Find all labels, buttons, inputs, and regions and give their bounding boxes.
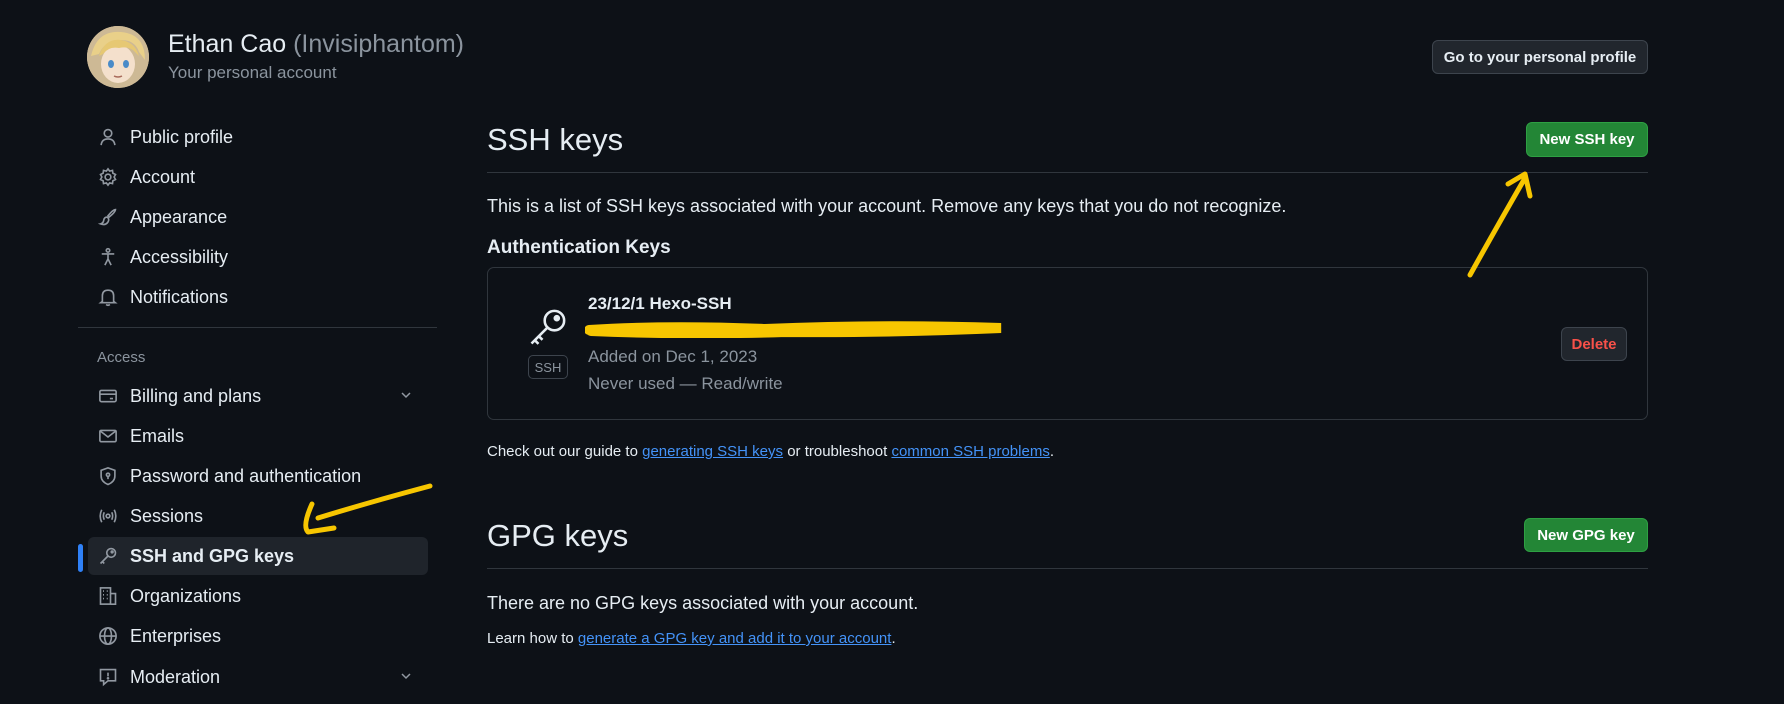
sidebar-item-appearance[interactable]: Appearance: [88, 198, 428, 236]
ssh-key-added-date: Added on Dec 1, 2023: [588, 347, 758, 366]
gpg-learn-text: Learn how to generate a GPG key and add …: [487, 630, 896, 647]
sidebar-item-public-profile[interactable]: Public profile: [88, 118, 428, 156]
sidebar-item-label: Moderation: [130, 666, 221, 687]
delete-key-button[interactable]: Delete: [1561, 327, 1627, 361]
account-subtitle: Your personal account: [168, 63, 337, 82]
chevron-down-icon[interactable]: [398, 668, 414, 684]
sidebar-item-label: Password and authentication: [130, 465, 362, 486]
sidebar-item-label: Billing and plans: [130, 385, 262, 406]
new-ssh-key-button[interactable]: New SSH key: [1526, 122, 1648, 157]
chevron-down-icon[interactable]: [398, 387, 414, 403]
sidebar-item-emails[interactable]: Emails: [88, 417, 428, 455]
sidebar-item-ssh-gpg-keys[interactable]: SSH and GPG keys: [88, 537, 428, 575]
generating-ssh-keys-link[interactable]: generating SSH keys: [642, 443, 783, 460]
sidebar-item-label: Enterprises: [130, 625, 222, 646]
display-name: Ethan Cao: [168, 30, 287, 58]
active-indicator: [78, 544, 83, 572]
sidebar-item-label: Sessions: [130, 505, 204, 526]
new-gpg-key-button[interactable]: New GPG key: [1524, 518, 1648, 552]
broadcast-icon: [97, 505, 119, 527]
person-icon: [97, 126, 119, 148]
sidebar-item-notifications[interactable]: Notifications: [88, 278, 428, 316]
annotation-arrow-new-ssh: [1467, 171, 1533, 278]
shield-lock-icon: [97, 465, 119, 487]
learn-suffix: .: [891, 630, 896, 647]
ssh-type-badge: SSH: [528, 355, 568, 379]
sidebar-item-sessions[interactable]: Sessions: [88, 497, 428, 535]
globe-icon: [97, 625, 119, 647]
section-divider: [487, 172, 1648, 173]
sidebar-item-password-authentication[interactable]: Password and authentication: [88, 457, 428, 495]
go-to-profile-button[interactable]: Go to your personal profile: [1432, 40, 1648, 74]
guide-suffix: .: [1049, 443, 1054, 460]
key-icon: [526, 305, 570, 349]
guide-middle: or troubleshoot: [783, 443, 892, 460]
sidebar-divider: [78, 327, 437, 328]
mail-icon: [97, 425, 119, 447]
account-name: Ethan Cao (Invisiphantom): [168, 30, 464, 59]
gpg-empty-text: There are no GPG keys associated with yo…: [487, 593, 919, 613]
sidebar-item-label: Public profile: [130, 126, 234, 147]
sidebar-item-account[interactable]: Account: [88, 158, 428, 196]
sidebar-item-label: Notifications: [130, 286, 229, 307]
organization-icon: [97, 585, 119, 607]
credit-card-icon: [97, 385, 119, 407]
authentication-keys-heading: Authentication Keys: [487, 237, 671, 258]
sidebar-section-access: Access: [97, 349, 146, 366]
sidebar-item-billing[interactable]: Billing and plans: [88, 377, 428, 415]
sidebar-item-label: SSH and GPG keys: [130, 545, 295, 566]
username-handle: (Invisiphantom): [293, 30, 464, 58]
ssh-guide-text: Check out our guide to generating SSH ke…: [487, 443, 1054, 460]
avatar[interactable]: [87, 26, 149, 88]
learn-prefix: Learn how to: [487, 630, 578, 647]
paintbrush-icon: [97, 206, 119, 228]
ssh-key-usage: Never used — Read/write: [588, 374, 783, 393]
gpg-keys-heading: GPG keys: [487, 518, 629, 553]
sidebar-item-enterprises[interactable]: Enterprises: [88, 617, 428, 655]
ssh-key-card: [487, 267, 1648, 420]
sidebar-item-label: Accessibility: [130, 246, 229, 267]
sidebar-item-moderation[interactable]: Moderation: [88, 658, 428, 696]
bell-icon: [97, 286, 119, 308]
gear-icon: [97, 166, 119, 188]
ssh-key-title: 23/12/1 Hexo-SSH: [588, 294, 732, 313]
ssh-keys-heading: SSH keys: [487, 122, 624, 157]
section-divider: [487, 568, 1648, 569]
sidebar-item-label: Organizations: [130, 585, 242, 606]
ssh-description: This is a list of SSH keys associated wi…: [487, 196, 1287, 216]
sidebar-item-label: Account: [130, 166, 196, 187]
redaction-scribble: [584, 320, 1007, 339]
common-ssh-problems-link[interactable]: common SSH problems: [891, 443, 1049, 460]
accessibility-icon: [97, 246, 119, 268]
guide-prefix: Check out our guide to: [487, 443, 643, 460]
sidebar-item-organizations[interactable]: Organizations: [88, 577, 428, 615]
key-icon: [97, 545, 119, 567]
generate-gpg-key-link[interactable]: generate a GPG key and add it to your ac…: [578, 630, 892, 647]
sidebar-item-label: Emails: [130, 425, 185, 446]
report-icon: [97, 666, 119, 688]
sidebar-item-accessibility[interactable]: Accessibility: [88, 238, 428, 276]
sidebar-item-label: Appearance: [130, 206, 228, 227]
